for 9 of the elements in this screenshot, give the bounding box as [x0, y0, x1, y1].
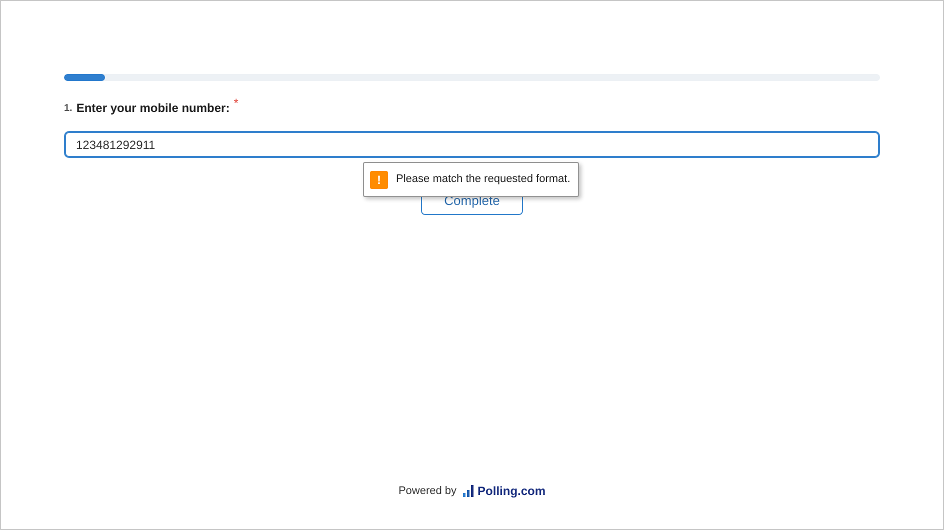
- required-mark: *: [234, 95, 238, 112]
- question-number: 1.: [64, 102, 72, 116]
- powered-by-text: Powered by: [398, 484, 457, 499]
- warning-icon: !: [370, 170, 388, 188]
- brand-name: Polling.com: [478, 483, 546, 500]
- question-label: Enter your mobile number:: [76, 100, 230, 117]
- bar-chart-logo-icon: [462, 485, 474, 497]
- mobile-number-field[interactable]: 123481292911: [64, 131, 880, 158]
- tooltip-message: Please match the requested format.: [396, 172, 570, 188]
